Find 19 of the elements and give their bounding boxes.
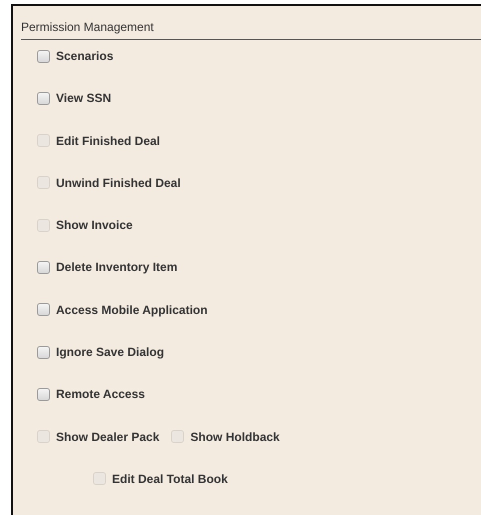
checkbox-label: Unwind Finished Deal [56,176,181,190]
checkbox-label: Edit Deal Total Book [112,472,228,486]
checkbox[interactable] [37,260,50,274]
checkbox[interactable] [37,50,50,62]
panel-title: Permission Management [20,19,155,36]
checkbox[interactable] [37,92,50,105]
checkbox-label: Ignore Save Dialog [56,345,164,360]
checkbox-label: Remote Access [56,387,145,402]
checkbox-label: Access Mobile Application [56,302,208,317]
checkbox-label: Delete Inventory Item [56,260,178,274]
checkbox-label: View SSN [56,91,112,106]
checkbox-label: Show Invoice [56,218,133,232]
checkbox-label: Show Holdback [190,430,280,444]
checkbox-label: Scenarios [56,49,114,63]
checkbox[interactable] [37,346,50,359]
checkbox[interactable] [37,388,50,401]
checkbox[interactable] [37,303,50,316]
checkbox-label: Edit Finished Deal [56,134,160,148]
checkbox-label: Show Dealer Pack [56,430,160,444]
